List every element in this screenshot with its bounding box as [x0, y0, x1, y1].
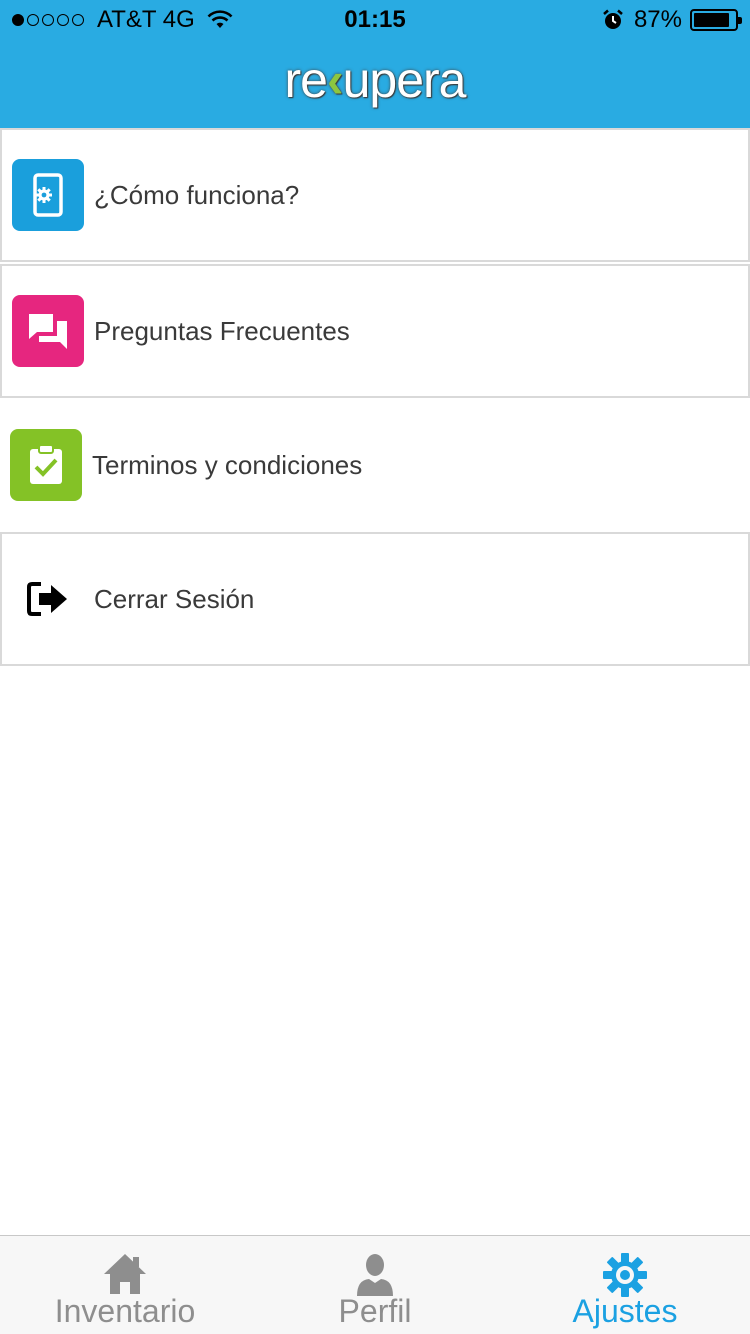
status-bar: AT&T 4G 01:15 87%: [0, 0, 750, 40]
alarm-icon: [603, 9, 623, 29]
tab-perfil[interactable]: Perfil: [250, 1236, 500, 1334]
tab-bar: Inventario Perfil Ajustes: [0, 1235, 750, 1334]
settings-menu: ¿Cómo funciona? Preguntas Frecuentes Ter…: [0, 128, 750, 666]
tab-ajustes[interactable]: Ajustes: [500, 1236, 750, 1334]
tab-label: Perfil: [338, 1293, 412, 1329]
tab-inventario[interactable]: Inventario: [0, 1236, 250, 1334]
menu-item-terms[interactable]: Terminos y condiciones: [0, 398, 750, 532]
tab-label: Ajustes: [572, 1293, 678, 1329]
menu-item-logout[interactable]: Cerrar Sesión: [0, 532, 750, 666]
home-icon: [104, 1254, 146, 1294]
menu-item-label: Cerrar Sesión: [94, 583, 255, 614]
logout-icon: [12, 563, 84, 635]
battery-icon: [690, 9, 742, 31]
menu-item-how-it-works[interactable]: ¿Cómo funciona?: [0, 128, 750, 262]
menu-item-label: Preguntas Frecuentes: [94, 315, 350, 346]
menu-item-label: ¿Cómo funciona?: [94, 179, 300, 210]
phone-settings-icon: [12, 159, 84, 231]
app-logo: re‹upera: [284, 52, 466, 108]
menu-item-faq[interactable]: Preguntas Frecuentes: [0, 264, 750, 398]
person-icon: [357, 1254, 393, 1296]
menu-item-label: Terminos y condiciones: [92, 449, 363, 480]
tab-label: Inventario: [54, 1293, 196, 1329]
gear-icon: [603, 1253, 647, 1297]
chat-bubbles-icon: [12, 295, 84, 367]
app-header: AT&T 4G 01:15 87% re‹upera: [0, 0, 750, 128]
clipboard-check-icon: [10, 429, 82, 501]
battery-percent: 87%: [633, 6, 682, 33]
